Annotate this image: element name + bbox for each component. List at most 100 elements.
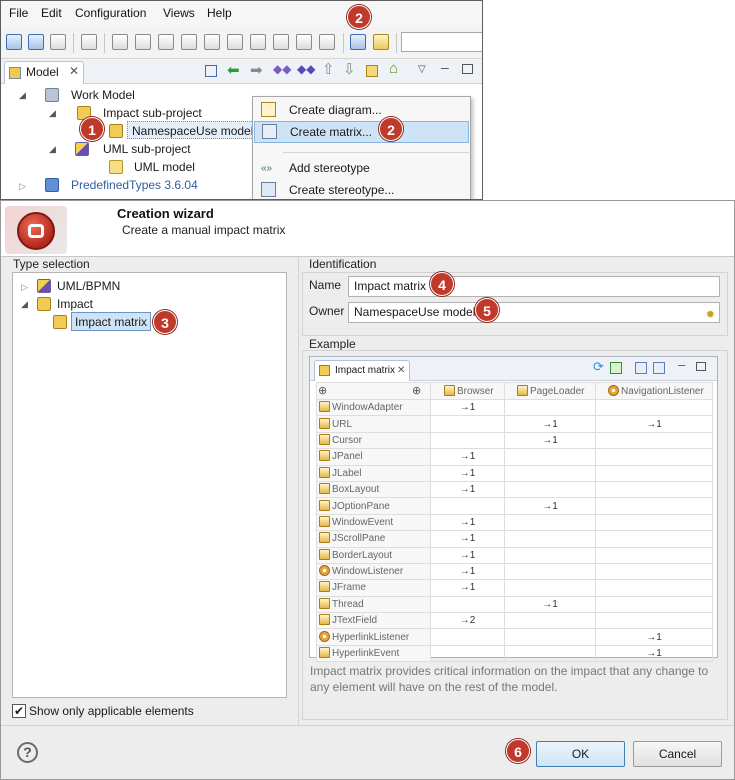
create-element-icon[interactable]	[273, 34, 289, 50]
matrix-row-header[interactable]: URL	[316, 415, 431, 433]
matrix-column-header[interactable]: Browser	[430, 382, 505, 400]
matrix-row-header[interactable]: HyperlinkEvent	[316, 644, 431, 663]
target-icon[interactable]: ⊕	[318, 385, 327, 397]
create-element-icon[interactable]	[181, 34, 197, 50]
matrix-cell[interactable]: →1	[430, 546, 505, 564]
close-icon[interactable]: ✕	[397, 361, 405, 381]
matrix-cell[interactable]	[595, 398, 713, 417]
matrix-cell[interactable]	[504, 579, 596, 597]
matrix-row[interactable]: JOptionPane →1	[316, 497, 713, 515]
minimize-icon[interactable]: –	[441, 59, 449, 75]
matrix-row[interactable]: HyperlinkEvent →1	[316, 644, 713, 663]
matrix-cell[interactable]: →1	[430, 398, 505, 417]
matrix-cell[interactable]	[504, 628, 596, 646]
matrix-row[interactable]: JScrollPane →1	[316, 530, 713, 548]
matrix-cell[interactable]	[504, 644, 596, 663]
tab-impact-matrix[interactable]: Impact matrix ✕	[314, 360, 410, 381]
tab-model[interactable]: Model ✕	[4, 61, 84, 84]
matrix-cell[interactable]	[595, 431, 713, 450]
forward-arrow-icon[interactable]: ➡	[250, 61, 263, 79]
menu-item-create-diagram[interactable]: Create diagram...	[254, 99, 469, 121]
matrix-cell[interactable]	[504, 513, 596, 532]
matrix-cell[interactable]: →1	[504, 595, 596, 614]
matrix-row-header[interactable]: JFrame	[316, 579, 431, 597]
expanded-triangle-icon[interactable]: ◢	[21, 295, 28, 313]
tools-icon[interactable]	[81, 34, 97, 50]
matrix-cell[interactable]: →1	[430, 464, 505, 482]
matrix-row[interactable]: WindowListener →1	[316, 562, 713, 581]
matrix-row[interactable]: BoxLayout →1	[316, 480, 713, 499]
matrix-cell[interactable]	[504, 530, 596, 548]
matrix-cell[interactable]: →1	[504, 497, 596, 515]
matrix-row[interactable]: JPanel →1	[316, 448, 713, 466]
matrix-cell[interactable]	[595, 579, 713, 597]
matrix-row[interactable]: WindowAdapter →1	[316, 398, 713, 417]
refresh-icon[interactable]: ⟳	[593, 359, 604, 375]
matrix-column-header[interactable]: PageLoader	[504, 382, 596, 400]
matrix-cell[interactable]: →1	[430, 513, 505, 532]
matrix-cell[interactable]: →1	[430, 579, 505, 597]
matrix-row[interactable]: Thread →1	[316, 595, 713, 614]
menu-views[interactable]: Views	[163, 6, 195, 20]
close-icon[interactable]: ✕	[69, 64, 79, 78]
menu-file[interactable]: File	[9, 6, 28, 20]
collapse-all-icon[interactable]	[205, 65, 217, 77]
name-field[interactable]: Impact matrix	[348, 276, 720, 297]
matrix-row-header[interactable]: BorderLayout	[316, 546, 431, 564]
matrix-cell[interactable]	[504, 398, 596, 417]
matrix-cell[interactable]: →1	[430, 448, 505, 466]
minimize-icon[interactable]: –	[678, 357, 685, 372]
expanded-triangle-icon[interactable]: ◢	[49, 140, 56, 158]
matrix-row-header[interactable]: JScrollPane	[316, 530, 431, 548]
matrix-row-header[interactable]: JOptionPane	[316, 497, 431, 515]
impact-matrix-icon[interactable]	[373, 34, 389, 50]
create-element-icon[interactable]	[135, 34, 151, 50]
create-element-icon[interactable]	[204, 34, 220, 50]
matrix-row[interactable]: URL →1 →1	[316, 415, 713, 433]
menu-item-create-stereotype[interactable]: Create stereotype...	[254, 179, 469, 199]
matrix-row[interactable]: JLabel →1	[316, 464, 713, 482]
matrix-cell[interactable]: →1	[430, 530, 505, 548]
matrix-cell[interactable]	[595, 595, 713, 614]
matrix-row-header[interactable]: BoxLayout	[316, 480, 431, 499]
show-applicable-checkbox[interactable]: ✔	[12, 704, 26, 718]
collapsed-triangle-icon[interactable]: ▷	[19, 177, 26, 195]
back-arrow-icon[interactable]: ⬅	[227, 61, 240, 79]
matrix-row-header[interactable]: JPanel	[316, 448, 431, 466]
matrix-cell[interactable]: →1	[430, 480, 505, 499]
menu-item-add-stereotype[interactable]: «» Add stereotype	[254, 157, 469, 179]
matrix-cell[interactable]: →1	[504, 415, 596, 433]
matrix-cell[interactable]: →1	[595, 628, 713, 646]
matrix-icon[interactable]	[350, 34, 366, 50]
menu-configuration[interactable]: Configuration	[75, 6, 146, 20]
matrix-cell[interactable]	[595, 530, 713, 548]
target-icon[interactable]: ⊕	[412, 385, 421, 397]
matrix-row[interactable]: Cursor →1	[316, 431, 713, 450]
matrix-cell[interactable]	[595, 448, 713, 466]
matrix-cell[interactable]: →1	[504, 431, 596, 450]
layout-alt-icon[interactable]	[653, 362, 665, 374]
create-element-icon[interactable]	[319, 34, 335, 50]
matrix-cell[interactable]	[504, 448, 596, 466]
matrix-row[interactable]: JFrame →1	[316, 579, 713, 597]
link-icon[interactable]: ◆◆	[273, 62, 291, 76]
matrix-cell[interactable]	[430, 431, 505, 450]
undo-icon[interactable]	[28, 34, 44, 50]
matrix-row[interactable]: HyperlinkListener →1	[316, 628, 713, 646]
view-menu-icon[interactable]: ▽	[418, 64, 426, 75]
export-icon[interactable]	[610, 362, 622, 374]
owner-field[interactable]: NamespaceUse model ✹	[348, 302, 720, 323]
create-element-icon[interactable]	[158, 34, 174, 50]
help-icon[interactable]: ?	[17, 742, 38, 763]
layout-icon[interactable]	[635, 362, 647, 374]
matrix-cell[interactable]	[430, 628, 505, 646]
collapsed-triangle-icon[interactable]: ▷	[21, 278, 28, 296]
matrix-cell[interactable]	[504, 546, 596, 564]
matrix-cell[interactable]	[430, 497, 505, 515]
maximize-icon[interactable]	[462, 64, 473, 74]
create-element-icon[interactable]	[227, 34, 243, 50]
matrix-row-header[interactable]: WindowListener	[316, 562, 431, 581]
matrix-cell[interactable]	[595, 612, 713, 630]
save-icon[interactable]	[6, 34, 22, 50]
ok-button[interactable]: OK	[536, 741, 625, 767]
